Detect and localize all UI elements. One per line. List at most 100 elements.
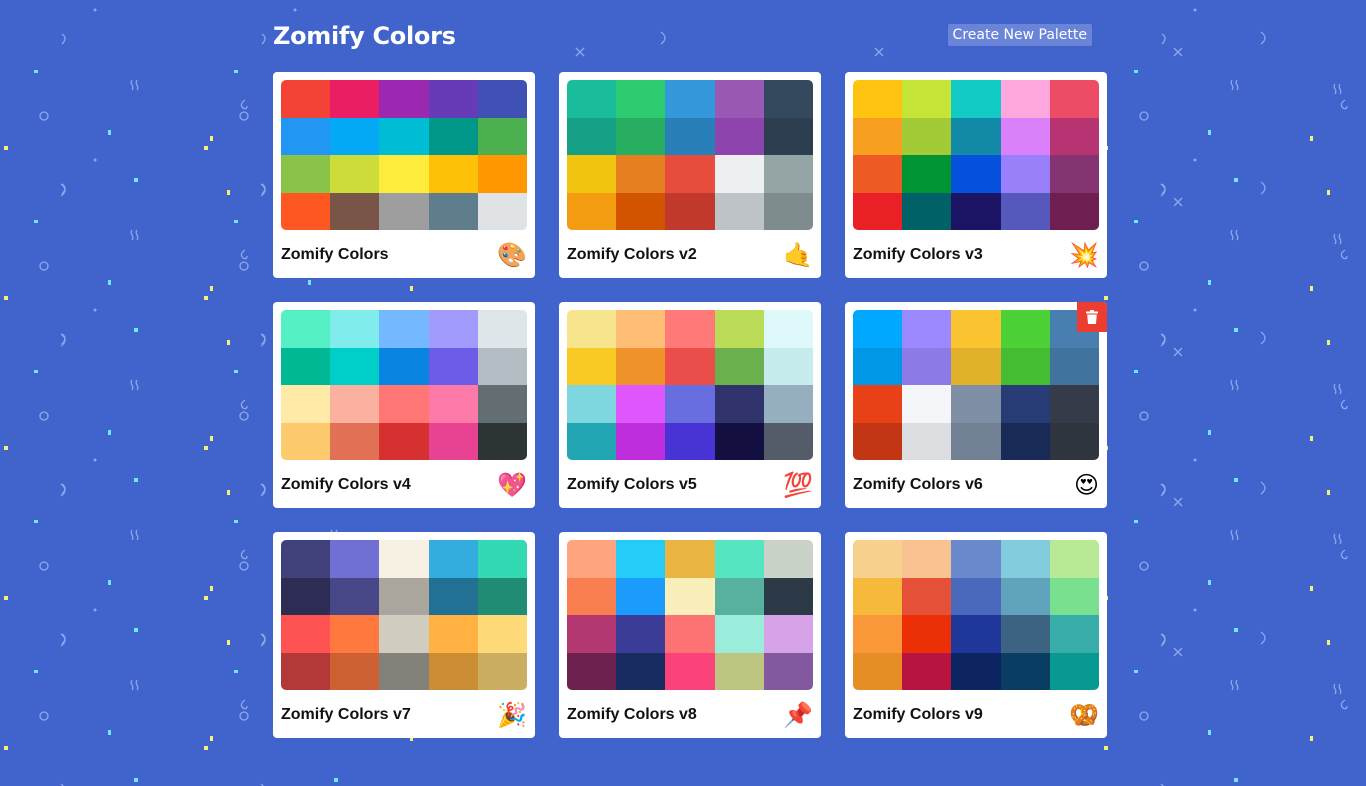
palette-card[interactable]: Zomify Colors v9 🥨 <box>845 532 1107 738</box>
background-decoration <box>239 411 249 421</box>
color-swatch <box>428 615 478 653</box>
background-decoration <box>93 158 97 162</box>
color-swatch <box>330 577 380 615</box>
palette-card[interactable]: Zomify Colors v5 💯 <box>559 302 821 508</box>
trash-icon <box>1086 310 1098 324</box>
palette-card[interactable]: Zomify Colors 🎨 <box>273 72 535 278</box>
color-swatch <box>763 652 813 690</box>
palette-card[interactable]: Zomify Colors v7 🎉 <box>273 532 535 738</box>
color-swatch <box>665 385 715 423</box>
color-swatch <box>714 652 764 690</box>
color-swatch <box>567 652 617 690</box>
color-swatch <box>1049 615 1099 653</box>
delete-palette-button[interactable] <box>1077 302 1107 332</box>
color-swatch <box>763 540 813 578</box>
color-swatch <box>665 422 715 460</box>
color-swatch <box>616 80 666 118</box>
color-swatch <box>951 385 1001 423</box>
color-swatch <box>281 155 331 193</box>
background-decoration <box>1160 483 1166 497</box>
color-swatch <box>281 310 331 348</box>
background-decoration <box>239 711 249 721</box>
palette-footer: Zomify Colors v9 🥨 <box>853 696 1099 734</box>
color-swatch <box>1000 117 1050 155</box>
background-decoration <box>1327 640 1330 645</box>
palette-card[interactable]: Zomify Colors v2 🤙 <box>559 72 821 278</box>
color-swatch <box>951 422 1001 460</box>
palette-card[interactable]: Zomify Colors v4 💖 <box>273 302 535 508</box>
background-decoration <box>134 178 138 182</box>
color-swatch <box>567 347 617 385</box>
palette-name: Zomify Colors v9 <box>853 706 983 723</box>
palette-emoji: 💖 <box>497 471 527 499</box>
color-swatch <box>379 310 429 348</box>
background-decoration <box>210 586 213 591</box>
color-swatch <box>714 577 764 615</box>
background-decoration <box>1208 730 1211 735</box>
background-decoration <box>1139 711 1149 721</box>
background-decoration <box>134 478 138 482</box>
color-swatch <box>616 310 666 348</box>
background-decoration <box>239 261 249 271</box>
background-decoration <box>1208 130 1211 135</box>
background-decoration <box>239 561 249 571</box>
color-swatch <box>951 577 1001 615</box>
color-swatch <box>477 117 527 155</box>
color-swatch <box>567 540 617 578</box>
color-swatch <box>951 540 1001 578</box>
palette-swatches <box>853 540 1099 690</box>
background-decoration <box>108 730 111 735</box>
color-swatch <box>951 80 1001 118</box>
color-swatch <box>902 652 952 690</box>
background-decoration <box>60 183 66 197</box>
palette-name: Zomify Colors v6 <box>853 476 983 493</box>
background-decoration <box>1208 280 1211 285</box>
background-decoration <box>4 596 8 600</box>
background-decoration <box>1134 370 1138 373</box>
color-swatch <box>330 385 380 423</box>
palette-name: Zomify Colors <box>281 246 389 263</box>
color-swatch <box>763 80 813 118</box>
background-decoration <box>227 340 230 345</box>
background-decoration <box>130 229 139 241</box>
color-swatch <box>567 117 617 155</box>
palette-name: Zomify Colors v8 <box>567 706 697 723</box>
background-decoration <box>204 296 208 300</box>
background-decoration <box>1310 136 1313 141</box>
background-decoration <box>130 379 139 391</box>
color-swatch <box>763 422 813 460</box>
background-decoration <box>1260 181 1266 195</box>
background-decoration <box>210 286 213 291</box>
color-swatch <box>1049 192 1099 230</box>
color-swatch <box>616 192 666 230</box>
background-decoration <box>204 746 208 750</box>
color-swatch <box>951 652 1001 690</box>
color-swatch <box>281 80 331 118</box>
background-decoration <box>1234 178 1238 182</box>
create-new-palette-button[interactable]: Create New Palette <box>947 24 1092 46</box>
background-decoration <box>1161 633 1166 645</box>
color-swatch <box>714 192 764 230</box>
color-swatch <box>567 192 617 230</box>
background-decoration <box>260 183 266 197</box>
color-swatch <box>951 310 1001 348</box>
color-swatch <box>477 155 527 193</box>
background-decoration <box>1333 83 1342 95</box>
color-swatch <box>330 615 380 653</box>
color-swatch <box>853 652 903 690</box>
palette-card[interactable]: Zomify Colors v8 📌 <box>559 532 821 738</box>
palette-card[interactable]: Zomify Colors v6 😍 <box>845 302 1107 508</box>
color-swatch <box>330 80 380 118</box>
palette-card[interactable]: Zomify Colors v3 💥 <box>845 72 1107 278</box>
palette-footer: Zomify Colors v3 💥 <box>853 236 1099 274</box>
background-decoration <box>108 580 111 585</box>
color-swatch <box>1049 422 1099 460</box>
palette-name: Zomify Colors v3 <box>853 246 983 263</box>
palette-name: Zomify Colors v7 <box>281 706 411 723</box>
background-decoration <box>1173 197 1183 207</box>
color-swatch <box>1000 652 1050 690</box>
background-decoration <box>1260 31 1266 45</box>
color-swatch <box>1049 540 1099 578</box>
color-swatch <box>763 385 813 423</box>
color-swatch <box>379 347 429 385</box>
